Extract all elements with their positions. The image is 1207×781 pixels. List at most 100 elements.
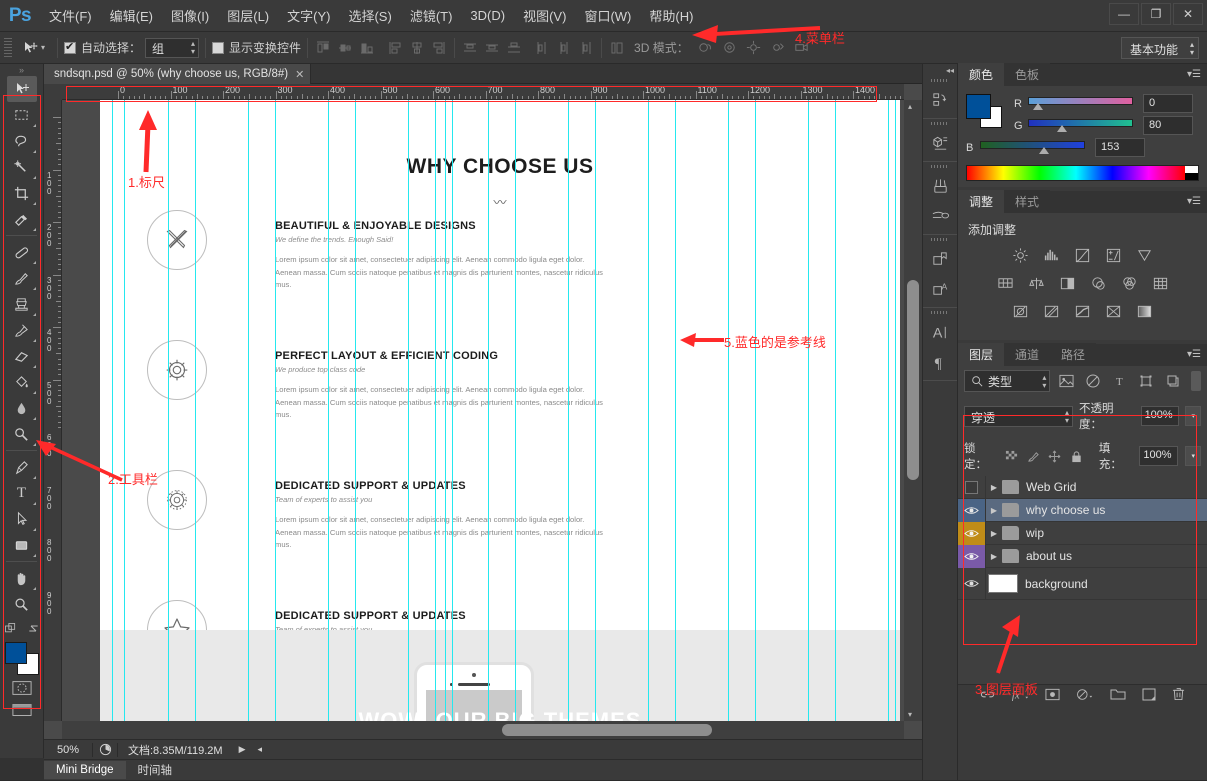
auto-select-checkbox[interactable] xyxy=(64,40,77,54)
lock-image-icon[interactable] xyxy=(1026,449,1041,464)
layer-name[interactable]: Web Grid xyxy=(1026,480,1076,494)
tab-swatches[interactable]: 色板 xyxy=(1004,63,1051,86)
channel-knob-r[interactable] xyxy=(1033,103,1043,110)
invert-icon[interactable] xyxy=(1011,302,1030,321)
horizontal-ruler[interactable]: 0 100 200 300 400 500 600 700 800 900 1000 1100 1200… xyxy=(62,84,904,100)
fill-stepper[interactable]: ▾ xyxy=(1185,446,1202,466)
black-white-icon[interactable] xyxy=(1058,274,1077,293)
guide-line[interactable] xyxy=(408,100,409,721)
options-grip[interactable] xyxy=(4,37,12,58)
channel-slider-b[interactable] xyxy=(980,141,1085,154)
layer-visibility-toggle[interactable] xyxy=(958,476,986,499)
dock-grip[interactable] xyxy=(923,308,957,317)
paragraph-panel-icon[interactable]: ¶ xyxy=(923,347,957,377)
group-expand-icon[interactable]: ▶ xyxy=(986,483,1002,492)
eraser-tool[interactable] xyxy=(7,343,37,369)
layer-name[interactable]: wip xyxy=(1026,526,1044,540)
align-left-edges-icon[interactable] xyxy=(386,39,404,57)
horizontal-scroll-thumb[interactable] xyxy=(502,724,712,736)
edit-toolbar-icon[interactable] xyxy=(3,621,18,636)
guide-line[interactable] xyxy=(124,100,125,721)
guide-line[interactable] xyxy=(355,100,356,721)
dock-grip[interactable] xyxy=(923,76,957,85)
fill-value[interactable]: 100% xyxy=(1139,446,1179,466)
type-tool[interactable]: T xyxy=(7,480,37,506)
menu-layer[interactable]: 图层(L) xyxy=(218,2,278,29)
artboard[interactable]: WHY CHOOSE US 〰 BEAUTIFUL & ENJOYABLE DE… xyxy=(100,100,900,721)
distribute-top-edges-icon[interactable] xyxy=(461,39,479,57)
guide-line[interactable] xyxy=(435,100,436,721)
color-swatches[interactable] xyxy=(4,642,39,675)
history-panel-icon[interactable] xyxy=(923,85,957,115)
channel-knob-g[interactable] xyxy=(1057,125,1067,132)
guide-line[interactable] xyxy=(728,100,729,721)
guide-line[interactable] xyxy=(328,100,329,721)
document-tab[interactable]: sndsqn.psd @ 50% (why choose us, RGB/8#)… xyxy=(44,64,312,84)
filter-pixel-icon[interactable] xyxy=(1056,371,1076,391)
distribute-right-edges-icon[interactable] xyxy=(577,39,595,57)
close-icon[interactable]: ✕ xyxy=(295,68,304,81)
status-expand-icon[interactable]: ▶ xyxy=(233,744,252,755)
guide-line[interactable] xyxy=(248,100,249,721)
brush-panel-icon[interactable] xyxy=(923,201,957,231)
status-collapse-icon[interactable]: ◂ xyxy=(251,744,268,755)
auto-select-scope-dropdown[interactable]: 组 ▴ ▾ xyxy=(145,37,200,58)
layer-name[interactable]: background xyxy=(1025,577,1088,591)
tab-paths[interactable]: 路径 xyxy=(1050,343,1097,366)
marquee-tool[interactable] xyxy=(7,102,37,128)
rectangle-tool[interactable] xyxy=(7,532,37,558)
tab-color[interactable]: 颜色 xyxy=(958,63,1005,86)
vibrance-icon[interactable] xyxy=(1135,246,1154,265)
3d-panel-icon[interactable] xyxy=(923,128,957,158)
guide-line[interactable] xyxy=(452,100,453,721)
menu-view[interactable]: 视图(V) xyxy=(514,2,575,29)
guide-line[interactable] xyxy=(112,100,113,721)
expand-dock-icon[interactable]: ◂◂ xyxy=(923,64,957,76)
brush-tool[interactable] xyxy=(7,265,37,291)
move-tool[interactable] xyxy=(6,76,37,102)
distribute-horizontal-centers-icon[interactable] xyxy=(555,39,573,57)
zoom-level[interactable]: 50% xyxy=(44,744,92,756)
align-top-edges-icon[interactable] xyxy=(314,39,332,57)
filter-shape-icon[interactable] xyxy=(1136,371,1156,391)
group-expand-icon[interactable]: ▶ xyxy=(986,529,1002,538)
layer-visibility-toggle[interactable] xyxy=(958,567,986,600)
curves-icon[interactable] xyxy=(1073,246,1092,265)
horizontal-scrollbar[interactable] xyxy=(62,721,904,739)
quick-mask-button[interactable] xyxy=(9,678,35,698)
vertical-scroll-thumb[interactable] xyxy=(907,280,919,480)
tab-timeline[interactable]: 时间轴 xyxy=(126,759,185,781)
path-selection-tool[interactable] xyxy=(7,506,37,532)
channel-value-g[interactable]: 80 xyxy=(1143,116,1193,135)
panel-menu-icon[interactable]: ▾☰ xyxy=(1187,349,1201,360)
menu-filter[interactable]: 滤镜(T) xyxy=(401,2,462,29)
vertical-ruler[interactable]: 100200300400500600700800900 xyxy=(44,100,62,721)
menu-type[interactable]: 文字(Y) xyxy=(278,2,339,29)
menu-image[interactable]: 图像(I) xyxy=(162,2,218,29)
table-row[interactable]: ▶ about us xyxy=(958,544,1207,568)
screen-mode-button[interactable] xyxy=(9,700,35,720)
swap-colors-icon[interactable] xyxy=(26,621,41,636)
align-bottom-edges-icon[interactable] xyxy=(358,39,376,57)
lock-all-icon[interactable] xyxy=(1069,449,1084,464)
mask-icon[interactable] xyxy=(1045,688,1060,706)
channel-value-b[interactable]: 153 xyxy=(1095,138,1145,157)
close-button[interactable]: ✕ xyxy=(1173,3,1203,25)
color-spectrum-bar[interactable] xyxy=(966,165,1199,181)
filter-adjustment-icon[interactable] xyxy=(1083,371,1103,391)
filter-enable-toggle[interactable] xyxy=(1190,371,1201,391)
channel-value-r[interactable]: 0 xyxy=(1143,94,1193,113)
menu-3d[interactable]: 3D(D) xyxy=(461,4,514,27)
blur-tool[interactable] xyxy=(7,395,37,421)
current-tool-preview[interactable]: ▾ xyxy=(16,40,51,56)
levels-icon[interactable] xyxy=(1042,246,1061,265)
panel-menu-icon[interactable]: ▾☰ xyxy=(1187,196,1201,207)
color-panel-foreground-swatch[interactable] xyxy=(966,94,991,119)
menu-select[interactable]: 选择(S) xyxy=(339,2,400,29)
tab-adjustments[interactable]: 调整 xyxy=(958,190,1005,213)
guide-line[interactable] xyxy=(515,100,516,721)
layer-visibility-toggle[interactable] xyxy=(958,544,986,568)
guide-line[interactable] xyxy=(755,100,756,721)
guide-line[interactable] xyxy=(675,100,676,721)
opacity-value[interactable]: 100% xyxy=(1140,406,1180,426)
